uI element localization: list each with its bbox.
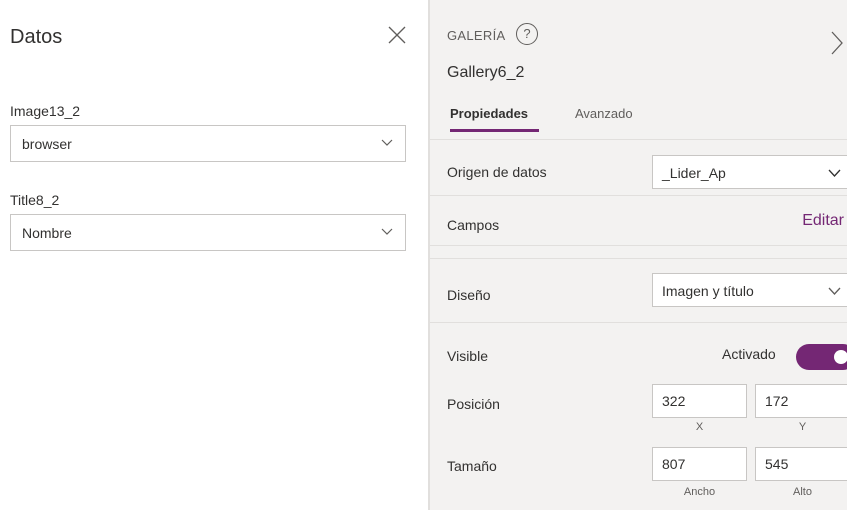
tab-advanced[interactable]: Avanzado xyxy=(575,106,633,121)
size-width-input[interactable]: 807 xyxy=(652,447,747,481)
property-row-data-source: Origen de datos _Lider_Ap xyxy=(430,139,847,195)
chevron-down-icon xyxy=(828,287,841,295)
chevron-down-icon xyxy=(381,139,393,146)
layout-dropdown[interactable]: Imagen y título xyxy=(652,273,847,307)
data-source-value: _Lider_Ap xyxy=(662,165,726,181)
data-panel: Datos Image13_2 browser Title8_2 Nombre xyxy=(0,0,428,510)
property-row-layout: Diseño Imagen y título xyxy=(430,258,847,322)
position-y-input[interactable]: 172 xyxy=(755,384,847,418)
layout-value: Imagen y título xyxy=(662,283,754,299)
help-circle-icon[interactable]: ? xyxy=(516,23,538,45)
field-label-image: Image13_2 xyxy=(10,103,81,119)
properties-header: GALERÍA ? Gallery6_2 Propiedades Avanzad… xyxy=(430,0,847,135)
close-icon[interactable] xyxy=(386,24,408,46)
fields-label: Campos xyxy=(447,217,500,233)
position-x-caption: X xyxy=(695,421,704,433)
property-row-fields: Campos Editar xyxy=(430,195,847,245)
visible-state-text: Activado xyxy=(722,346,776,362)
position-y-caption: Y xyxy=(798,421,807,433)
toggle-knob xyxy=(834,350,847,364)
image-field-select[interactable]: browser xyxy=(10,125,406,162)
properties-panel: GALERÍA ? Gallery6_2 Propiedades Avanzad… xyxy=(430,0,847,510)
visible-label: Visible xyxy=(447,348,488,364)
title-field-select[interactable]: Nombre xyxy=(10,214,406,251)
panel-title: Datos xyxy=(10,26,63,48)
size-width-caption: Ancho xyxy=(683,486,716,498)
visible-toggle[interactable] xyxy=(796,344,847,370)
size-height-input[interactable]: 545 xyxy=(755,447,847,481)
position-label: Posición xyxy=(447,396,500,412)
chevron-right-icon[interactable] xyxy=(830,30,844,56)
section-divider xyxy=(430,245,847,258)
field-label-title: Title8_2 xyxy=(10,192,60,208)
position-x-input[interactable]: 322 xyxy=(652,384,747,418)
size-height-caption: Alto xyxy=(793,486,812,498)
chevron-down-icon xyxy=(828,169,841,177)
control-name[interactable]: Gallery6_2 xyxy=(447,64,524,82)
size-label: Tamaño xyxy=(447,458,497,474)
data-source-label: Origen de datos xyxy=(447,164,547,180)
image-field-value: browser xyxy=(22,136,72,152)
edit-fields-link[interactable]: Editar xyxy=(802,212,844,230)
control-kind: GALERÍA xyxy=(447,28,506,43)
layout-label: Diseño xyxy=(447,287,491,303)
title-field-value: Nombre xyxy=(22,225,72,241)
chevron-down-icon xyxy=(381,228,393,235)
active-tab-indicator xyxy=(450,129,539,132)
data-source-dropdown[interactable]: _Lider_Ap xyxy=(652,155,847,189)
tab-properties[interactable]: Propiedades xyxy=(450,106,528,121)
